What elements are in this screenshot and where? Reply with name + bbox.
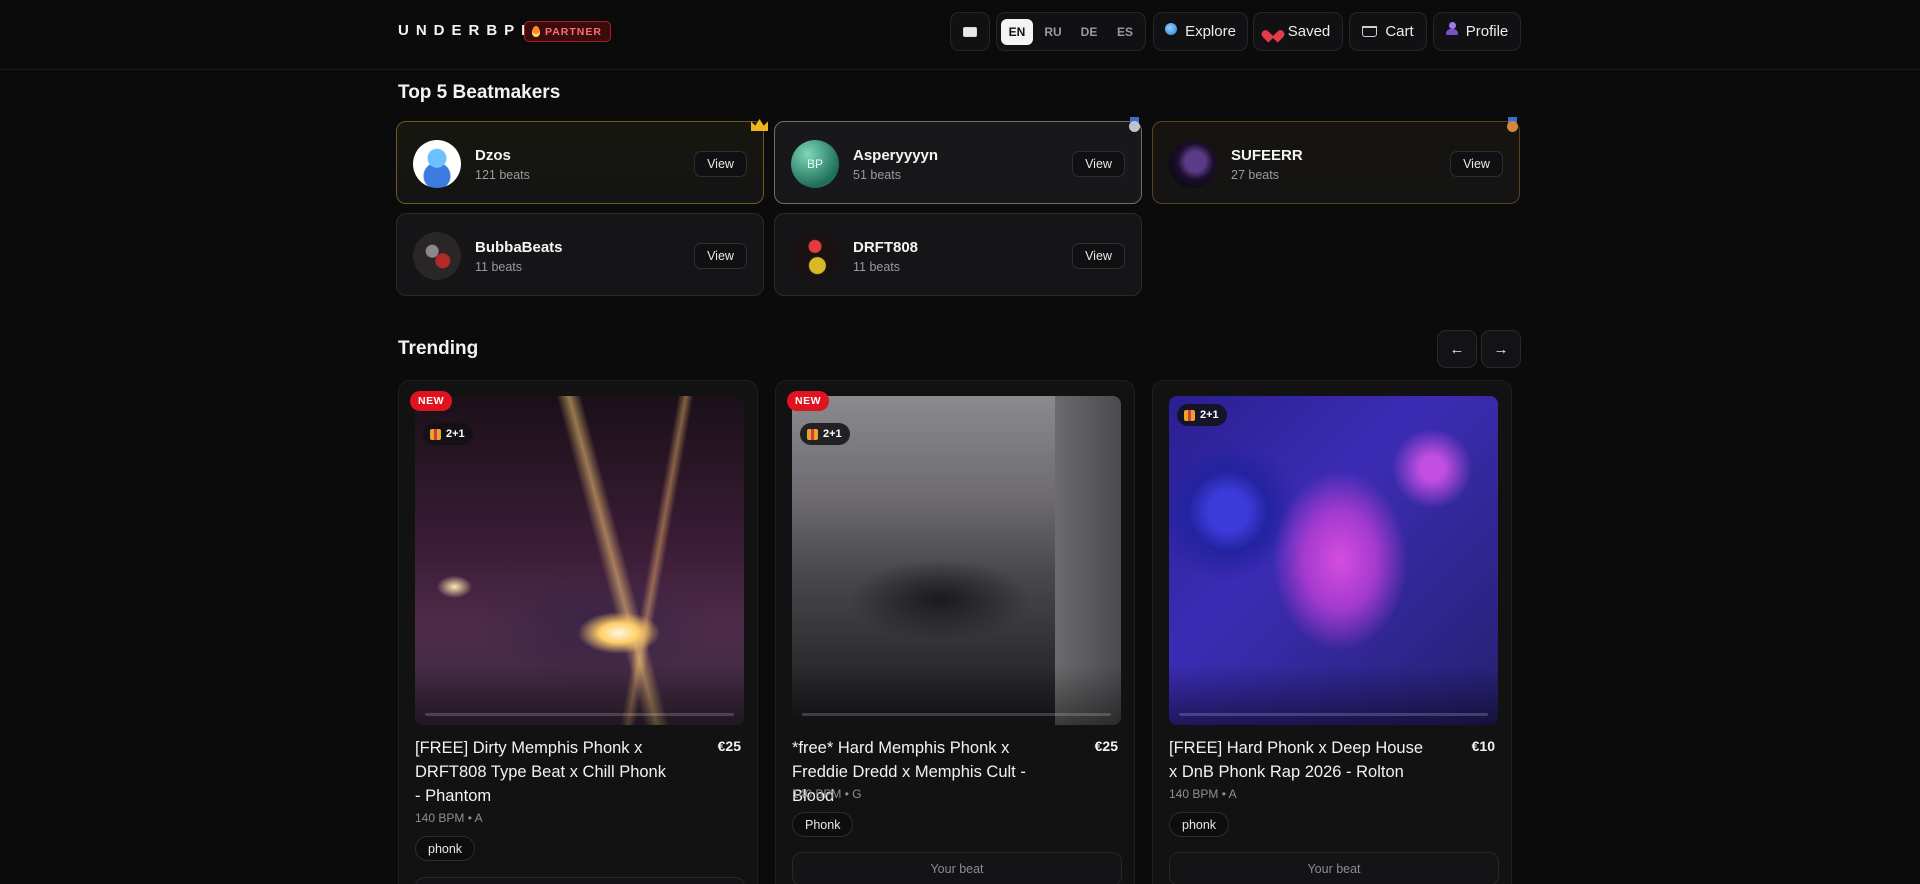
beatmaker-beat-count: 11 beats (475, 260, 523, 274)
beat-meta: 140 BPM • G (792, 787, 862, 801)
genre-tag[interactable]: phonk (1169, 812, 1230, 837)
heart-icon (1266, 25, 1280, 38)
view-button[interactable]: View (1450, 151, 1503, 177)
view-button[interactable]: View (1072, 151, 1125, 177)
cart-button[interactable]: Cart (1349, 12, 1427, 51)
saved-label: Saved (1287, 23, 1331, 40)
your-beat-button[interactable]: Your beat (1169, 852, 1499, 884)
playback-progress-track[interactable] (802, 713, 1111, 716)
carousel-prev-button[interactable]: ← (1437, 330, 1477, 368)
lang-de-button[interactable]: DE (1073, 19, 1105, 45)
crown-icon (751, 119, 768, 131)
beat-cover-image[interactable]: 2+1 (415, 396, 744, 725)
beatmaker-beat-count: 121 beats (475, 168, 530, 182)
playback-progress-track[interactable] (1179, 713, 1488, 716)
gift-badge: 2+1 (423, 423, 473, 445)
beatmaker-name: BubbaBeats (475, 239, 563, 256)
user-icon (1445, 21, 1458, 36)
explore-button[interactable]: Explore (1153, 12, 1248, 51)
beat-title[interactable]: [FREE] Dirty Memphis Phonk x DRFT808 Typ… (415, 736, 675, 808)
beatmaker-beat-count: 11 beats (853, 260, 901, 274)
gift-icon (1184, 409, 1195, 421)
explore-label: Explore (1185, 23, 1236, 40)
beatmaker-card-dzos[interactable]: Dzos 121 beats View (396, 119, 768, 204)
flame-icon (532, 26, 540, 37)
beat-meta: 140 BPM • A (415, 811, 483, 825)
gift-badge: 2+1 (1177, 404, 1227, 426)
new-badge: NEW (410, 391, 452, 411)
beat-action-button[interactable] (415, 877, 745, 884)
beatmaker-name: DRFT808 (853, 239, 919, 256)
beatmaker-name: Dzos (475, 147, 511, 164)
cart-icon (1362, 26, 1378, 37)
view-button[interactable]: View (694, 151, 747, 177)
beatmaker-card-sufeerr[interactable]: SUFEERR 27 beats View (1152, 117, 1520, 204)
beatmaker-name: SUFEERR (1231, 147, 1303, 164)
beat-card[interactable]: 2+1 NEW [FREE] Dirty Memphis Phonk x DRF… (398, 380, 758, 884)
lang-es-button[interactable]: ES (1109, 19, 1141, 45)
site-logo[interactable]: UNDERBPM (398, 22, 541, 39)
top-bar: UNDERBPM PARTNER EN RU DE ES Explore Sav… (0, 0, 1920, 70)
beat-price: €25 (717, 738, 741, 754)
search-icon (1165, 22, 1178, 35)
beatmaker-card-drft808[interactable]: DRFT808 11 beats View (774, 213, 1142, 296)
gift-badge: 2+1 (800, 423, 850, 445)
playback-progress-track[interactable] (425, 713, 734, 716)
lang-ru-button[interactable]: RU (1037, 19, 1069, 45)
messages-button[interactable] (950, 12, 990, 51)
beat-cover-image[interactable]: 2+1 (1169, 396, 1498, 725)
beat-title[interactable]: [FREE] Hard Phonk x Deep House x DnB Pho… (1169, 736, 1429, 784)
cover-shade (415, 665, 744, 725)
genre-tag[interactable]: phonk (415, 836, 476, 861)
gift-badge-label: 2+1 (1200, 409, 1219, 421)
avatar (1169, 140, 1217, 188)
beatmaker-card-bubbabeats[interactable]: BubbaBeats 11 beats View (396, 213, 764, 296)
beat-cover-image[interactable]: 2+1 (792, 396, 1121, 725)
beat-card[interactable]: 2+1 NEW *free* Hard Memphis Phonk x Fred… (775, 380, 1135, 884)
cover-shade (792, 665, 1121, 725)
saved-button[interactable]: Saved (1253, 12, 1343, 51)
top-beatmakers-title: Top 5 Beatmakers (398, 82, 561, 103)
mail-icon (963, 26, 977, 37)
beatmaker-card-asperyyyyn[interactable]: BP Asperyyyyn 51 beats View (774, 117, 1142, 204)
carousel-next-button[interactable]: → (1481, 330, 1521, 368)
cover-shade (1169, 665, 1498, 725)
view-button[interactable]: View (694, 243, 747, 269)
lang-en-button[interactable]: EN (1001, 18, 1033, 45)
gift-badge-label: 2+1 (823, 428, 842, 440)
view-button[interactable]: View (1072, 243, 1125, 269)
avatar (413, 232, 461, 280)
cart-label: Cart (1385, 23, 1414, 40)
beatmaker-beat-count: 27 beats (1231, 168, 1279, 182)
beat-price: €10 (1471, 738, 1495, 754)
beatmaker-beat-count: 51 beats (853, 168, 901, 182)
beat-price: €25 (1094, 738, 1118, 754)
beat-meta: 140 BPM • A (1169, 787, 1237, 801)
trending-title: Trending (398, 338, 479, 359)
language-switcher: EN RU DE ES (996, 12, 1146, 51)
genre-tag[interactable]: Phonk (792, 812, 854, 837)
silver-medal-icon (1127, 117, 1142, 132)
bronze-medal-icon (1505, 117, 1520, 132)
gift-icon (807, 428, 818, 440)
profile-label: Profile (1465, 23, 1509, 40)
new-badge: NEW (787, 391, 829, 411)
beatmaker-name: Asperyyyyn (853, 147, 939, 164)
avatar: BP (791, 140, 839, 188)
gift-badge-label: 2+1 (446, 428, 465, 440)
partner-badge: PARTNER (524, 21, 611, 42)
profile-button[interactable]: Profile (1433, 12, 1521, 51)
avatar (413, 140, 461, 188)
avatar-initials: BP (806, 157, 823, 171)
avatar (791, 232, 839, 280)
your-beat-button[interactable]: Your beat (792, 852, 1122, 884)
beat-card[interactable]: 2+1 [FREE] Hard Phonk x Deep House x DnB… (1152, 380, 1512, 884)
gift-icon (430, 428, 441, 440)
partner-badge-label: PARTNER (545, 25, 602, 38)
